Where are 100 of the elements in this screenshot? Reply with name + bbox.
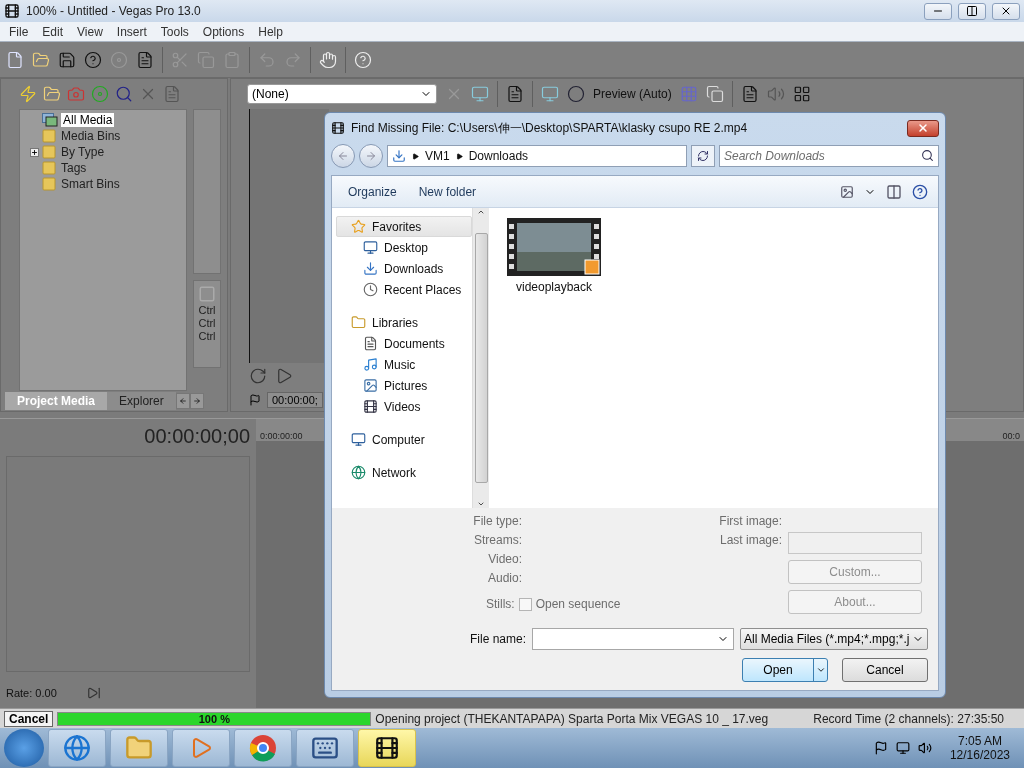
menu-item[interactable]: Edit [35, 24, 71, 39]
help-icon[interactable] [912, 183, 928, 200]
circle-icon[interactable] [567, 85, 585, 103]
new-file-icon[interactable] [6, 50, 24, 69]
tree-item[interactable]: By Type [59, 145, 107, 159]
volume-icon[interactable] [917, 741, 932, 755]
folder-icon [125, 734, 153, 762]
forward-button[interactable] [359, 144, 383, 168]
menu-item[interactable]: File [2, 24, 36, 39]
save-icon[interactable] [58, 50, 76, 69]
command-button[interactable]: Organize [342, 182, 403, 201]
menu-item[interactable]: Options [195, 24, 252, 39]
monitor-icon[interactable] [471, 85, 489, 103]
file-type-dropdown[interactable]: All Media Files (*.mp4;*.mpg;*.j [740, 628, 928, 650]
app-icon [4, 3, 20, 19]
copy-icon[interactable] [705, 85, 724, 103]
pane-icon[interactable] [886, 183, 902, 200]
close-button[interactable] [992, 2, 1020, 20]
film-icon [363, 399, 378, 414]
import-icon[interactable] [43, 85, 61, 103]
nav-item[interactable]: Music [336, 354, 472, 375]
nav-item[interactable]: Recent Places [336, 279, 472, 300]
file-name-label: File name: [469, 632, 526, 646]
caret-icon [815, 665, 826, 675]
film-icon [42, 113, 58, 127]
properties-icon[interactable] [740, 85, 759, 103]
nav-item[interactable]: Downloads [336, 258, 472, 279]
breadcrumb-item[interactable]: VM1 [425, 149, 450, 163]
tree-item[interactable]: Smart Bins [59, 177, 122, 191]
start-button[interactable] [4, 729, 44, 767]
tree-item[interactable]: Tags [59, 161, 89, 175]
shortcut-label: Ctrl [198, 304, 216, 316]
tree-item[interactable]: All Media [61, 113, 115, 127]
play-icon[interactable] [275, 367, 293, 385]
menu-item[interactable]: Help [251, 24, 290, 39]
loop-icon[interactable] [249, 367, 267, 385]
close-icon [917, 122, 929, 134]
checkbox[interactable] [518, 598, 532, 612]
help-icon[interactable] [84, 50, 102, 69]
detail-label: First image: [719, 514, 782, 530]
file-name[interactable]: videoplayback [515, 280, 593, 294]
back-button[interactable] [331, 144, 355, 168]
view-icon[interactable] [840, 184, 854, 199]
address-bar[interactable]: VM1 Downloads [387, 145, 687, 167]
window-title: 100% - Untitled - Vegas Pro 13.0 [26, 4, 202, 18]
chevron-icon [412, 152, 419, 160]
whats-this-icon[interactable] [354, 50, 372, 69]
search-icon[interactable] [115, 85, 133, 103]
nav-item[interactable]: Computer [336, 429, 472, 450]
last-image-field[interactable] [788, 532, 922, 554]
dialog-title: Find Missing File: C:\Users\伸一\Desktop\SPARTA\klasky csupo RE 2.mp4 [351, 119, 749, 137]
monitor-icon[interactable] [541, 85, 559, 103]
nav-item[interactable]: Videos [336, 396, 472, 417]
rate-label: Rate: 0.00 [6, 687, 57, 699]
preview-quality[interactable]: Preview (Auto) [593, 87, 672, 101]
mixer-icon[interactable] [792, 85, 811, 103]
nav-item[interactable]: Documents [336, 333, 472, 354]
detail-label: Audio: [487, 571, 522, 587]
hand-icon[interactable] [319, 50, 337, 69]
restore-button[interactable] [958, 2, 986, 20]
search-field[interactable]: Search Downloads [719, 145, 939, 167]
menu-item[interactable]: Insert [109, 24, 154, 39]
close-button[interactable] [907, 119, 939, 137]
open-folder-icon[interactable] [32, 50, 50, 69]
menu-item[interactable]: Tools [153, 24, 196, 39]
ruler-label: 0:00:00:00 [260, 431, 303, 441]
cancel-button[interactable]: Cancel [842, 658, 928, 682]
flag-icon[interactable] [873, 741, 888, 755]
detail-label: File type: [473, 514, 522, 530]
taskbar-app[interactable] [358, 729, 416, 767]
command-button[interactable]: New folder [412, 182, 483, 201]
expand-button[interactable] [30, 147, 39, 157]
detail-label: Last image: [719, 533, 782, 549]
nav-item[interactable]: Pictures [336, 375, 472, 396]
network-icon[interactable] [895, 741, 910, 755]
nav-item[interactable]: Network [336, 462, 472, 483]
time-display: 00:00:00; [267, 392, 323, 408]
detail-label: Video: [488, 552, 522, 568]
properties-icon[interactable] [136, 50, 154, 69]
scroll-thumb[interactable] [474, 233, 488, 483]
nav-item[interactable]: Libraries [336, 312, 472, 333]
cancel-button[interactable]: Cancel [4, 710, 54, 727]
open-button[interactable]: Open [742, 658, 828, 682]
properties-icon[interactable] [506, 85, 524, 103]
tree-item[interactable]: Media Bins [59, 129, 123, 143]
nav-item[interactable]: Desktop [336, 237, 472, 258]
minimize-button[interactable] [924, 2, 952, 20]
panel-tab[interactable]: Explorer [107, 392, 176, 410]
source-dropdown[interactable]: (None) [247, 84, 437, 104]
scrollbar[interactable] [472, 208, 489, 508]
file-name-field[interactable] [532, 628, 734, 650]
menu-item[interactable]: View [70, 24, 110, 39]
app-icon [331, 121, 345, 135]
breadcrumb-item[interactable]: Downloads [468, 149, 529, 163]
folder-icon [42, 177, 56, 191]
nav-item[interactable]: Favorites [336, 216, 472, 237]
lightning-icon[interactable] [19, 85, 37, 103]
picture-icon [363, 378, 378, 393]
refresh-button[interactable] [691, 145, 715, 167]
folder-icon [42, 129, 56, 143]
